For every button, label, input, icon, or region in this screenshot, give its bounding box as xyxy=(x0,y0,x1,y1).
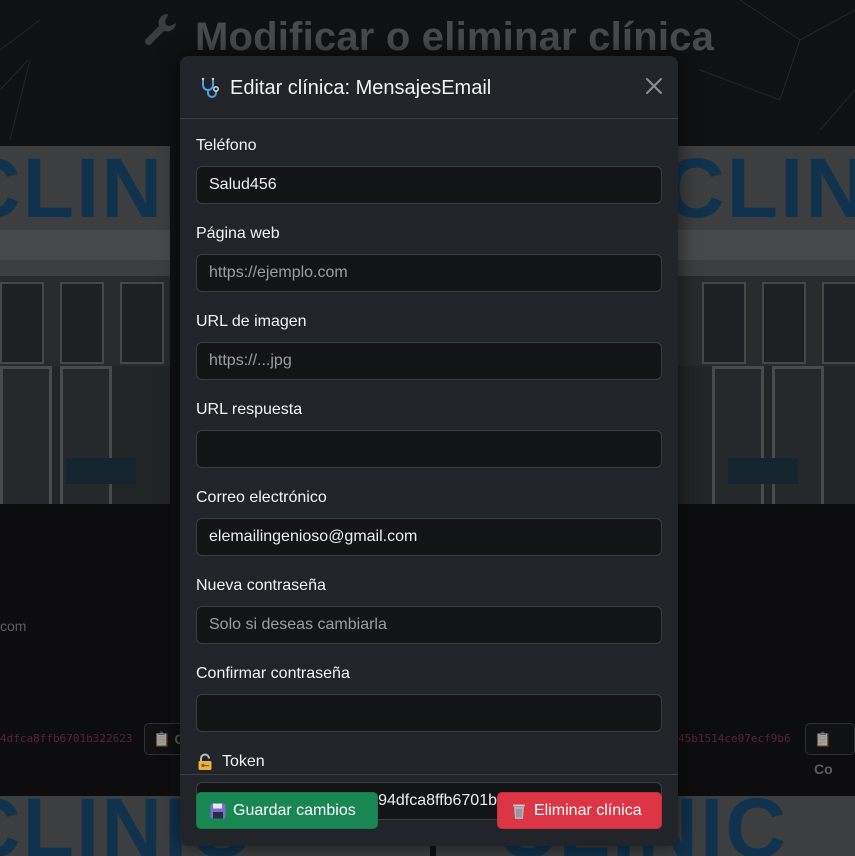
phone-label: Teléfono xyxy=(196,137,257,154)
modal-title-text: Editar clínica: MensajesEmail xyxy=(230,76,492,99)
token-label: Token xyxy=(196,752,662,772)
save-button[interactable]: Guardar cambios xyxy=(196,792,378,829)
phone-field[interactable] xyxy=(196,166,662,204)
confirm-password-field[interactable] xyxy=(196,694,662,732)
website-field[interactable] xyxy=(196,254,662,292)
token-label-text: Token xyxy=(222,753,265,770)
new-password-label: Nueva contraseña xyxy=(196,577,326,594)
new-password-field[interactable] xyxy=(196,606,662,644)
modal-body: Teléfono Página web URL de imagen URL re… xyxy=(196,136,662,840)
response-url-label: URL respuesta xyxy=(196,401,303,418)
response-url-field[interactable] xyxy=(196,430,662,468)
modal-header: Editar clínica: MensajesEmail xyxy=(180,56,678,119)
close-icon[interactable] xyxy=(644,76,664,96)
stethoscope-icon xyxy=(198,76,222,100)
delete-button-label: Eliminar clínica xyxy=(534,801,642,819)
image-url-label: URL de imagen xyxy=(196,313,307,330)
edit-clinic-modal: Editar clínica: MensajesEmail Teléfono P… xyxy=(180,56,678,846)
modal-title: Editar clínica: MensajesEmail xyxy=(198,76,491,100)
image-url-field[interactable] xyxy=(196,342,662,380)
floppy-disk-icon xyxy=(209,802,227,820)
email-field[interactable] xyxy=(196,518,662,556)
website-label: Página web xyxy=(196,225,280,242)
email-label: Correo electrónico xyxy=(196,489,327,506)
confirm-password-label: Confirmar contraseña xyxy=(196,665,350,682)
modal-footer: Guardar cambios Eliminar clínica xyxy=(180,774,678,847)
wastebasket-icon xyxy=(510,802,528,820)
delete-button[interactable]: Eliminar clínica xyxy=(497,792,662,829)
lock-key-icon xyxy=(196,753,214,771)
save-button-label: Guardar cambios xyxy=(233,801,356,819)
